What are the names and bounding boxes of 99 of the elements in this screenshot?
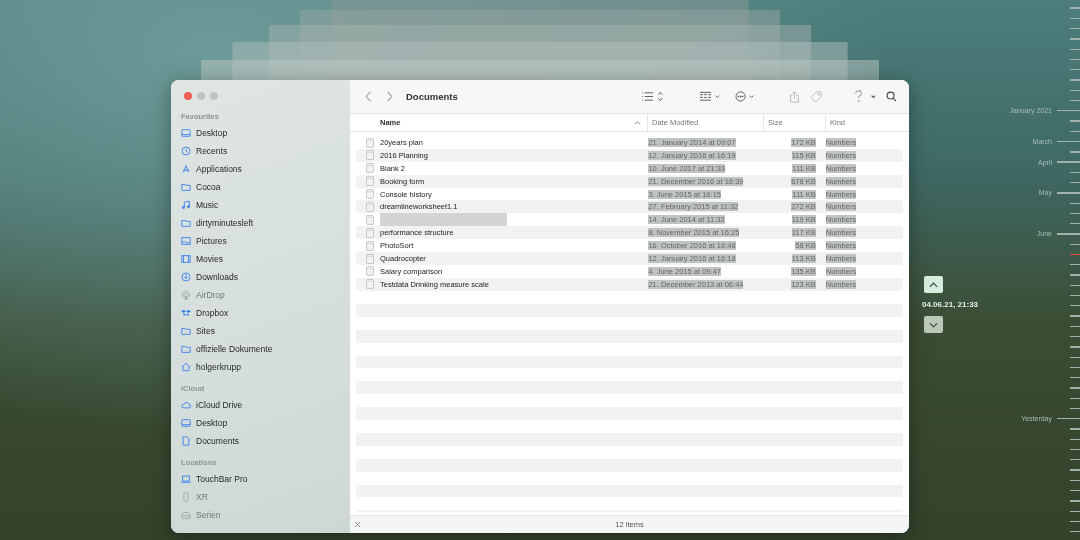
timeline-tick[interactable]	[1070, 17, 1080, 20]
folder-icon	[181, 218, 191, 228]
help-icon[interactable]	[854, 90, 878, 103]
snapshot-date: 04.06.21, 21:33	[922, 300, 979, 309]
desktop-icon	[181, 128, 191, 138]
timeline-tick[interactable]	[1070, 182, 1080, 184]
chevron-up-icon	[929, 281, 938, 288]
sidebar-item[interactable]: Recents	[181, 142, 342, 160]
spreadsheet-file-icon	[366, 137, 374, 148]
timeline-tick[interactable]	[1070, 325, 1080, 327]
timeline-tick[interactable]	[1070, 438, 1080, 440]
timeline-tick[interactable]	[1070, 171, 1080, 174]
timeline-tick[interactable]	[1070, 448, 1080, 451]
airdrop-icon	[181, 290, 191, 300]
sidebar-item[interactable]: Downloads	[181, 268, 342, 286]
timeline-tick[interactable]	[1070, 356, 1080, 358]
spreadsheet-file-icon	[366, 214, 374, 225]
tag-icon[interactable]	[810, 90, 822, 103]
list-view-icon[interactable]	[641, 91, 665, 102]
sidebar-item[interactable]: Dropbox	[181, 304, 342, 322]
back-chevron-icon[interactable]	[364, 91, 373, 102]
timeline-tick[interactable]	[1070, 520, 1080, 523]
window-title: Documents	[406, 91, 458, 102]
dropbox-icon	[181, 308, 191, 318]
document-icon	[181, 436, 191, 446]
chevron-down-icon	[929, 321, 938, 328]
sidebar-item[interactable]: TouchBar Pro	[181, 470, 342, 488]
timeline-tick[interactable]	[1070, 69, 1080, 71]
timeline-tick[interactable]	[1057, 140, 1080, 143]
timeline-tick[interactable]	[1070, 48, 1080, 50]
close-icon[interactable]	[354, 521, 361, 528]
sidebar-item[interactable]: Applications	[181, 160, 342, 178]
sidebar-item[interactable]: Pictures	[181, 232, 342, 250]
timeline-tick[interactable]	[1070, 99, 1080, 102]
earlier-button[interactable]	[924, 276, 943, 293]
drive-icon	[181, 510, 191, 520]
spreadsheet-file-icon	[366, 176, 374, 187]
pictures-icon	[181, 236, 191, 246]
sidebar-item[interactable]: Sites	[181, 322, 342, 340]
timeline-tick[interactable]	[1070, 305, 1080, 307]
timeline-tick[interactable]	[1070, 28, 1080, 30]
spreadsheet-file-icon	[366, 266, 374, 277]
home-icon	[181, 362, 191, 372]
desktop-icon	[181, 418, 191, 428]
timeline-tick[interactable]	[1070, 294, 1080, 297]
spreadsheet-file-icon	[366, 227, 374, 238]
timeline-tick[interactable]	[1070, 377, 1080, 379]
movies-icon	[181, 254, 191, 264]
sidebar-item[interactable]: Cocoa	[181, 178, 342, 196]
search-icon[interactable]	[886, 91, 897, 102]
timeline-tick[interactable]	[1070, 202, 1080, 204]
spreadsheet-file-icon	[366, 240, 374, 251]
spreadsheet-file-icon	[366, 163, 374, 174]
timeline-tick[interactable]	[1057, 110, 1080, 112]
spreadsheet-file-icon	[366, 253, 374, 264]
timeline-tick[interactable]	[1070, 130, 1080, 132]
sidebar-item[interactable]: iCloud Drive	[181, 396, 342, 414]
timeline-tick[interactable]	[1057, 418, 1080, 420]
timeline-tick[interactable]	[1070, 479, 1080, 481]
sidebar-item[interactable]: holgerkrupp	[181, 358, 342, 376]
clock-icon	[181, 146, 191, 156]
folder-icon	[181, 182, 191, 192]
zoom-button[interactable]	[210, 92, 218, 100]
sidebar-item[interactable]: Desktop	[181, 124, 342, 142]
close-button[interactable]	[184, 92, 192, 100]
timeline-tick[interactable]	[1070, 223, 1080, 225]
phone-icon	[181, 492, 191, 502]
spreadsheet-file-icon	[366, 279, 374, 290]
download-icon	[181, 272, 191, 282]
sidebar-item[interactable]: Movies	[181, 250, 342, 268]
timeline-tick[interactable]	[1070, 284, 1080, 286]
laptop-icon	[181, 474, 191, 484]
sidebar-item[interactable]: Desktop	[181, 414, 342, 432]
timeline-tick[interactable]	[1070, 336, 1080, 338]
cloud-icon	[181, 400, 191, 410]
timeline-tick[interactable]	[1070, 459, 1080, 461]
timeline-tick[interactable]	[1070, 407, 1080, 410]
minimize-button[interactable]	[197, 92, 205, 100]
spreadsheet-file-icon	[366, 150, 374, 161]
apps-icon	[181, 164, 191, 174]
timeline-tick[interactable]	[1070, 264, 1080, 266]
timeline-tick[interactable]	[1070, 531, 1080, 533]
timeline-tick[interactable]	[1070, 397, 1080, 399]
timeline-tick[interactable]	[1070, 489, 1080, 492]
sidebar-item[interactable]: offizielle Dokumente	[181, 340, 342, 358]
sidebar-item[interactable]: Music	[181, 196, 342, 214]
music-icon	[181, 200, 191, 210]
timeline-tick[interactable]	[1070, 243, 1080, 245]
timeline-tick[interactable]	[1070, 510, 1080, 512]
sidebar-item[interactable]: Documents	[181, 432, 342, 450]
timeline-tick[interactable]	[1070, 212, 1080, 215]
later-button[interactable]	[924, 316, 943, 333]
timeline-tick[interactable]	[1070, 58, 1080, 61]
forward-chevron-icon[interactable]	[385, 91, 394, 102]
sort-caret-icon	[634, 120, 641, 125]
timeline-tick[interactable]	[1070, 366, 1080, 369]
share-icon[interactable]	[789, 90, 800, 103]
timeline-tick[interactable]	[1070, 89, 1080, 91]
sidebar-item[interactable]: dirtyminutesleft	[181, 214, 342, 232]
